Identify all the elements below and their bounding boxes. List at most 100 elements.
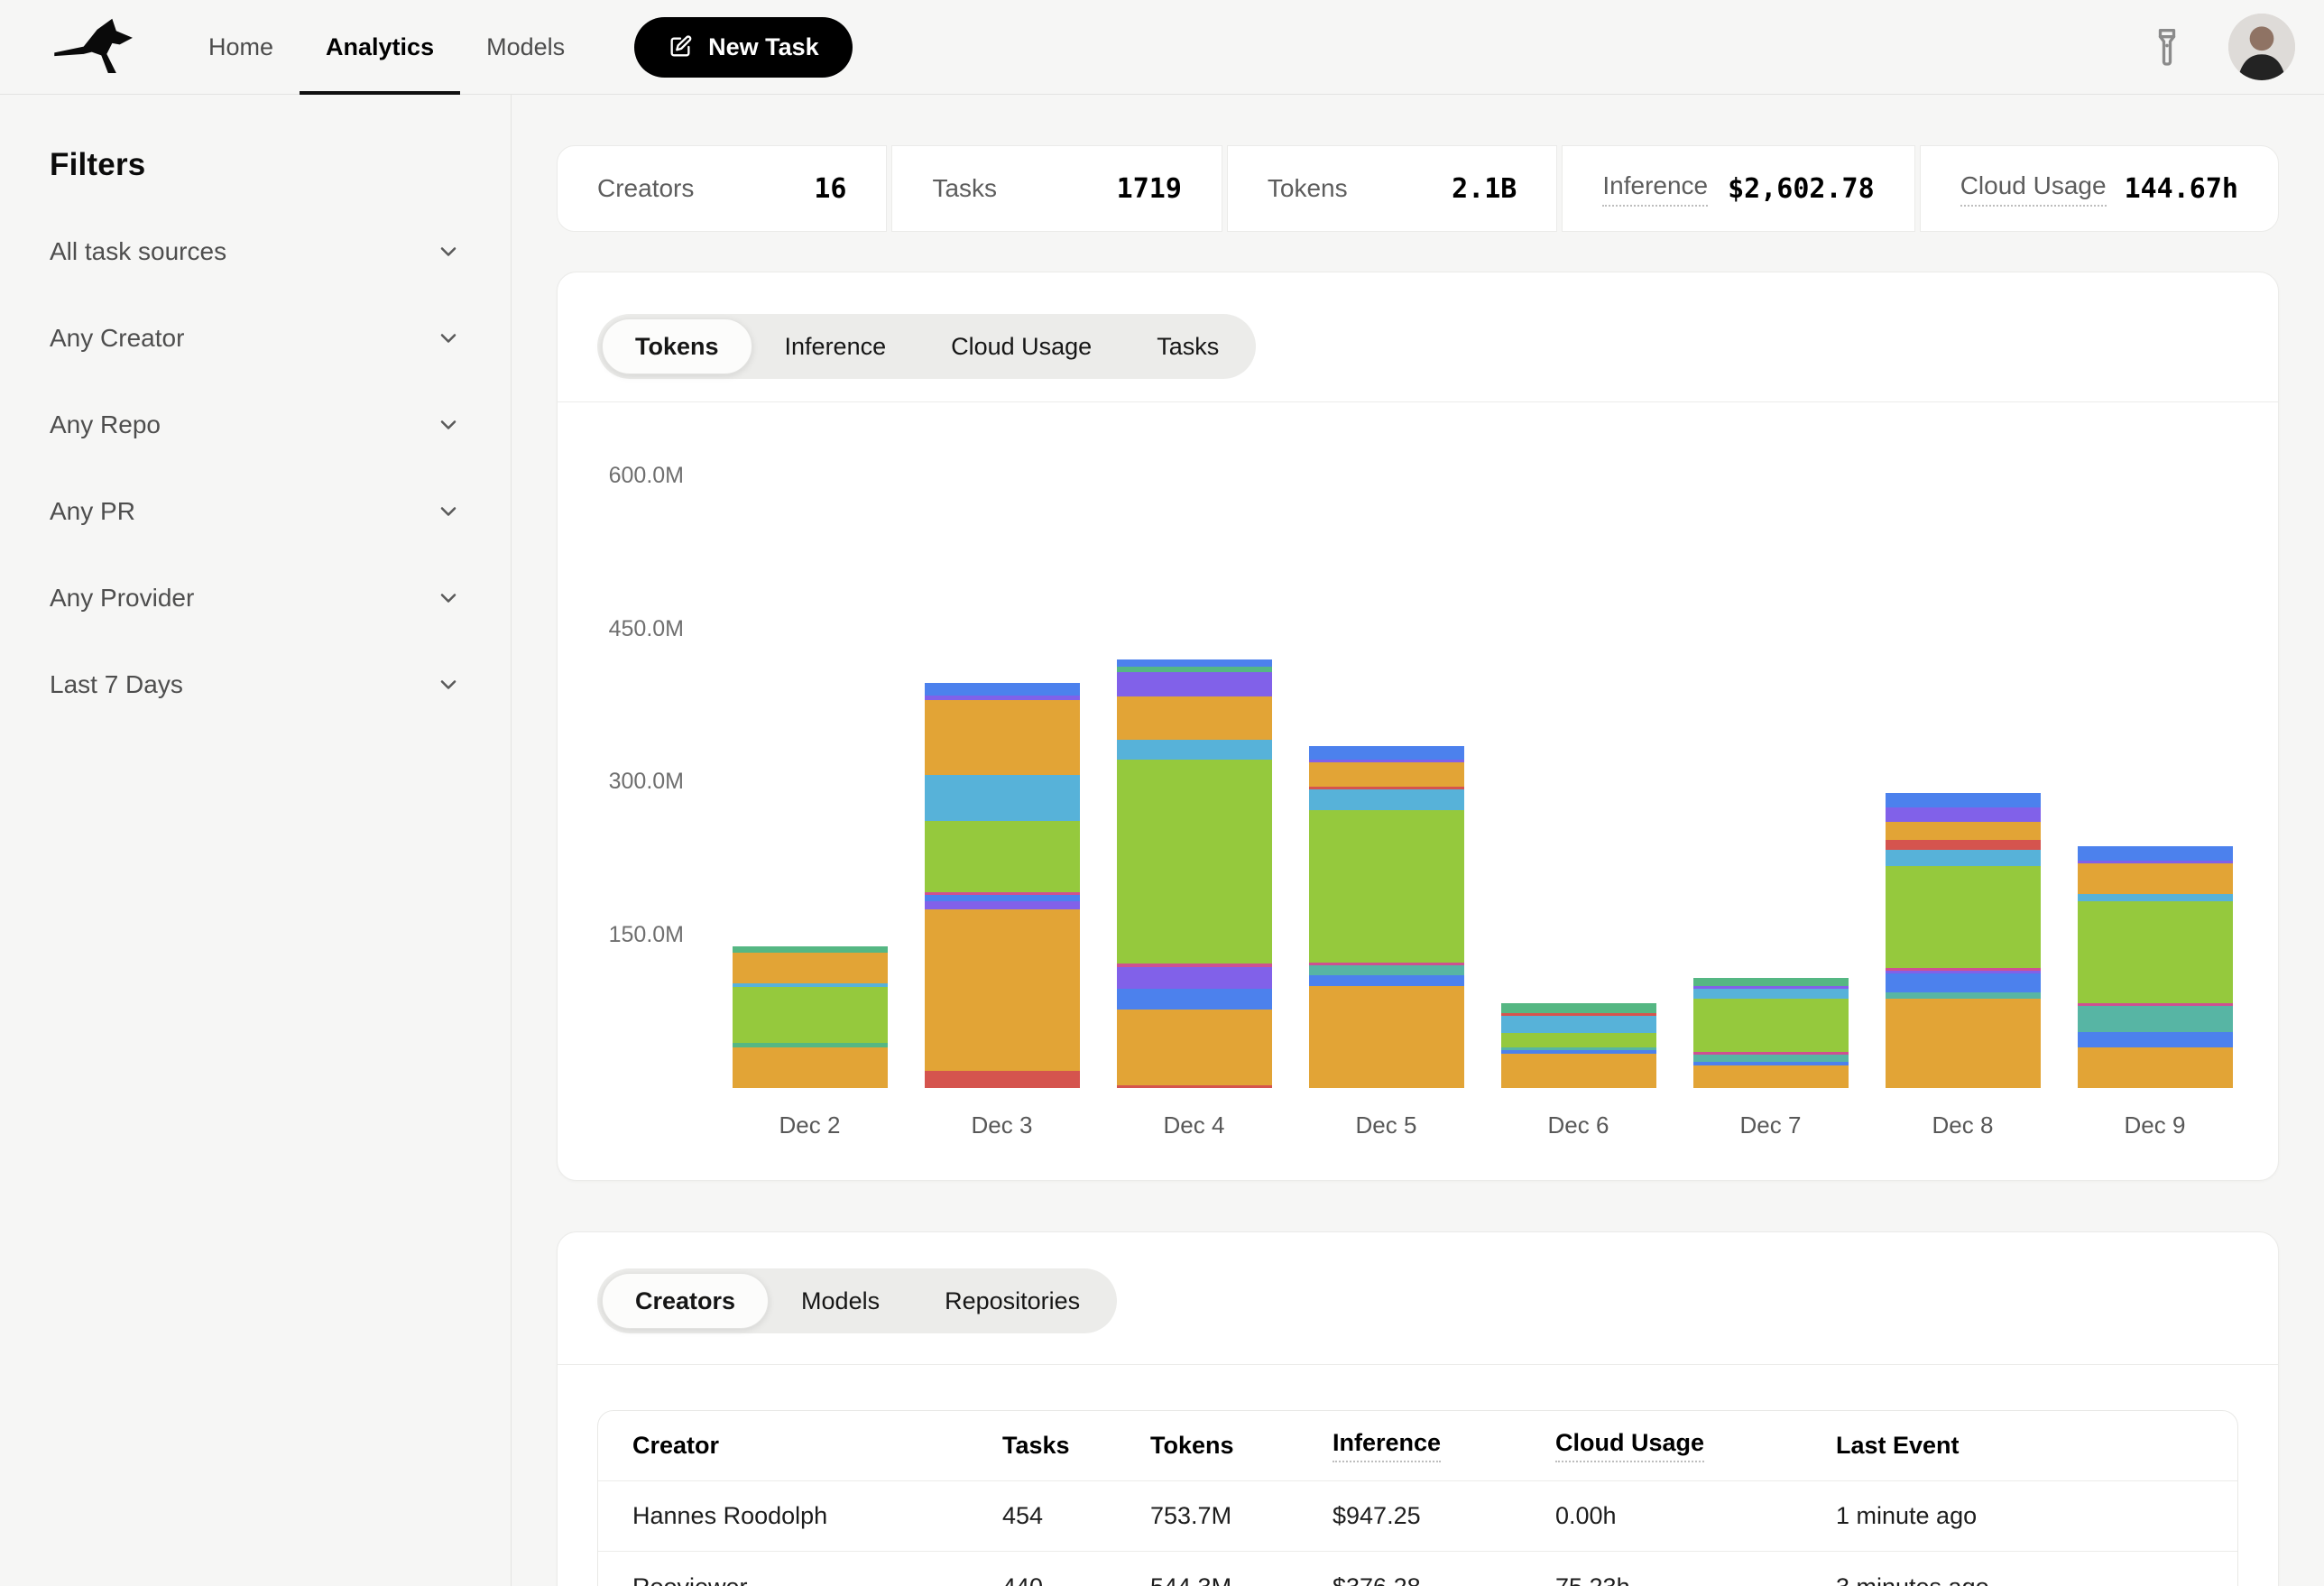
bar-segment-purple — [1117, 672, 1272, 696]
cell-creator: Hannes Roodolph — [598, 1502, 1002, 1530]
kangaroo-logo-glyph — [52, 14, 141, 79]
stat-label: Cloud Usage — [1960, 171, 2107, 207]
cell-last_event: 3 minutes ago — [1836, 1573, 2237, 1586]
stacked-bar-dec-5[interactable] — [1309, 746, 1464, 1088]
cell-tasks: 454 — [1002, 1502, 1150, 1530]
chevron-down-icon — [436, 672, 461, 697]
tab-inference[interactable]: Inference — [752, 318, 919, 374]
filter-label: Any Creator — [50, 324, 184, 353]
bar-segment-blue — [1117, 989, 1272, 1010]
bar-segment-green — [1693, 999, 1849, 1052]
bar-segment-teal — [1886, 992, 2041, 999]
bar-segment-orange — [1117, 1010, 1272, 1085]
bar-segment-orange — [1886, 822, 2041, 840]
bar-segment-green — [1501, 1033, 1656, 1047]
stacked-bar-dec-9[interactable] — [2078, 846, 2233, 1088]
y-axis-tick: 300.0M — [558, 769, 684, 795]
bar-segment-orange — [2078, 1047, 2233, 1088]
filter-dropdown-any-provider[interactable]: Any Provider — [50, 555, 461, 641]
bars-area — [714, 402, 2251, 1088]
stat-value: 16 — [814, 173, 846, 205]
tab-cloud-usage[interactable]: Cloud Usage — [918, 318, 1124, 374]
stat-inference[interactable]: Inference $2,602.78 — [1562, 145, 1914, 232]
cell-tokens: 753.7M — [1150, 1502, 1333, 1530]
x-axis-label: Dec 8 — [1867, 1111, 2059, 1139]
bar-segment-red — [1886, 840, 2041, 850]
stacked-bar-dec-3[interactable] — [925, 683, 1080, 1088]
bar-segment-purple — [1886, 807, 2041, 822]
tab-tokens[interactable]: Tokens — [602, 318, 752, 374]
flashlight-icon[interactable] — [2149, 26, 2185, 68]
bar-segment-orange — [1693, 1065, 1849, 1088]
stat-value: $2,602.78 — [1728, 173, 1875, 205]
nav-item-analytics[interactable]: Analytics — [300, 0, 460, 95]
bar-segment-blue — [925, 683, 1080, 696]
stat-cloud-usage[interactable]: Cloud Usage144.67h — [1920, 145, 2279, 232]
bar-segment-orange — [925, 909, 1080, 1071]
filter-dropdown-all-task-sources[interactable]: All task sources — [50, 208, 461, 295]
stacked-bar-dec-4[interactable] — [1117, 659, 1272, 1088]
user-avatar[interactable] — [2228, 14, 2295, 80]
edit-icon — [668, 34, 693, 60]
bar-segment-orange — [1117, 696, 1272, 739]
column-header-label: Cloud Usage — [1555, 1429, 1704, 1462]
filter-dropdown-any-repo[interactable]: Any Repo — [50, 382, 461, 468]
filter-list: All task sources Any Creator Any Repo Any P… — [50, 208, 461, 728]
filter-label: Any Provider — [50, 584, 194, 613]
filter-dropdown-any-creator[interactable]: Any Creator — [50, 295, 461, 382]
bar-segment-teal — [1309, 965, 1464, 974]
tab-creators[interactable]: Creators — [602, 1273, 769, 1329]
x-axis-label: Dec 3 — [906, 1111, 1098, 1139]
bar-segment-blue — [1309, 975, 1464, 986]
bar-segment-teal — [2078, 1006, 2233, 1032]
bar-segment-green — [733, 987, 888, 1043]
filter-label: Last 7 Days — [50, 670, 183, 699]
column-header-tasks: Tasks — [1002, 1432, 1150, 1460]
new-task-label: New Task — [708, 33, 819, 61]
bar-segment-green — [925, 821, 1080, 892]
column-header-tokens: Tokens — [1150, 1432, 1333, 1460]
nav-links: HomeAnalyticsModels — [182, 0, 591, 95]
bar-segment-skyblue — [925, 775, 1080, 821]
nav-item-models[interactable]: Models — [460, 0, 591, 95]
stat-label: Creators — [597, 174, 694, 203]
bar-segment-red — [1117, 1085, 1272, 1088]
new-task-button[interactable]: New Task — [634, 17, 853, 78]
stat-label: Inference — [1602, 171, 1708, 207]
stat-tokens: Tokens2.1B — [1227, 145, 1557, 232]
nav-item-home[interactable]: Home — [182, 0, 300, 95]
page-shell: Filters All task sourcesAny CreatorAny R… — [0, 95, 2324, 1586]
column-header-inference[interactable]: Inference — [1333, 1429, 1555, 1462]
stacked-bar-dec-2[interactable] — [733, 946, 888, 1088]
bar-segment-skyblue — [1886, 850, 2041, 866]
tab-tasks[interactable]: Tasks — [1124, 318, 1251, 374]
stacked-bar-dec-6[interactable] — [1501, 1003, 1656, 1088]
cell-inference: $947.25 — [1333, 1502, 1555, 1530]
filter-label: Any PR — [50, 497, 135, 526]
tab-repositories[interactable]: Repositories — [912, 1273, 1112, 1329]
bar-segment-seagreen — [1501, 1003, 1656, 1013]
bar-segment-skyblue — [1117, 740, 1272, 761]
filter-dropdown-last-7-days[interactable]: Last 7 Days — [50, 641, 461, 728]
table-row-rooviewer[interactable]: Rooviewer440544.3M$376.2875.23h3 minutes… — [598, 1552, 2237, 1586]
table-outer: CreatorTasksTokensInferenceCloud UsageLa… — [558, 1365, 2278, 1586]
bar-slot — [906, 683, 1098, 1088]
bar-slot — [1482, 1003, 1674, 1088]
stacked-bar-dec-7[interactable] — [1693, 978, 1849, 1088]
filter-dropdown-any-pr[interactable]: Any PR — [50, 468, 461, 555]
x-axis-label: Dec 6 — [1482, 1111, 1674, 1139]
filter-label: Any Repo — [50, 410, 161, 439]
cell-cloud_usage: 75.23h — [1555, 1573, 1836, 1586]
bar-segment-skyblue — [1309, 789, 1464, 810]
bar-segment-green — [1309, 810, 1464, 964]
column-header-label: Last Event — [1836, 1432, 1960, 1460]
stacked-bar-dec-8[interactable] — [1886, 793, 2041, 1088]
tab-models[interactable]: Models — [769, 1273, 912, 1329]
bar-segment-green — [2078, 901, 2233, 1003]
filter-label: All task sources — [50, 237, 226, 266]
column-header-cloud-usage[interactable]: Cloud Usage — [1555, 1429, 1836, 1462]
table-row-hannes-roodolph[interactable]: Hannes Roodolph454753.7M$947.250.00h1 mi… — [598, 1481, 2237, 1552]
kangaroo-logo[interactable] — [52, 12, 143, 82]
bar-segment-green — [1886, 866, 2041, 968]
column-header-last-event: Last Event — [1836, 1432, 2237, 1460]
